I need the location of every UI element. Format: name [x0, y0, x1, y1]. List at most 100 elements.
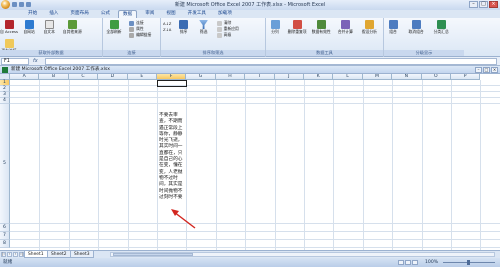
data-validation-button[interactable]: 数据有效性 — [312, 20, 331, 34]
group-icon — [388, 20, 398, 29]
prev-sheet-button[interactable]: ‹ — [7, 252, 12, 257]
sort-descending-button[interactable]: Z↓A — [163, 26, 171, 32]
column-gridline — [451, 80, 452, 250]
tab-addins[interactable]: 加载项 — [214, 10, 236, 18]
sheet-tab-bar: |‹ ‹ › ›| Sheet1 Sheet2 Sheet3 — [0, 250, 500, 258]
workbook-minimize-button[interactable]: – — [475, 67, 482, 73]
column-header-o[interactable]: O — [421, 74, 451, 80]
column-header-p[interactable]: P — [451, 74, 481, 80]
database-icon — [67, 20, 77, 29]
column-header-k[interactable]: K — [304, 74, 334, 80]
consolidate-icon — [340, 20, 350, 29]
sort-ascending-button[interactable]: A↓Z — [163, 20, 171, 26]
row-header-5[interactable]: 5 — [0, 104, 10, 224]
zoom-slider[interactable] — [443, 260, 495, 265]
row-header-7[interactable]: 7 — [0, 232, 10, 240]
what-if-button[interactable]: 假设分析 — [360, 20, 378, 34]
window-controls: – □ × — [469, 1, 498, 8]
validation-icon — [316, 20, 326, 29]
sheet-tab-2[interactable]: Sheet2 — [47, 251, 71, 258]
advanced-button[interactable]: 高级 — [216, 32, 239, 38]
column-header-d[interactable]: D — [98, 74, 128, 80]
group-sort-filter: A↓Z Z↓A 排序 筛选 清除 重新应用 高级 排序和筛选 — [161, 18, 266, 57]
workbook-restore-button[interactable]: □ — [483, 67, 490, 73]
ribbon: 自 Access 自网站 自文本 自其他来源 现有连接 获取外部数据 全部刷新 … — [0, 18, 500, 57]
tab-page-layout[interactable]: 页面布局 — [66, 10, 92, 18]
tab-view[interactable]: 视图 — [162, 10, 179, 18]
ungroup-icon — [411, 20, 421, 29]
ungroup-button[interactable]: 取消组合 — [406, 20, 426, 34]
group-data-tools: 分列 删除重复项 数据有效性 合并计算 假设分析 数据工具 — [266, 18, 384, 57]
column-header-a[interactable]: A — [10, 74, 40, 80]
column-header-i[interactable]: I — [245, 74, 275, 80]
spreadsheet-grid[interactable]: ABCDEFGHIJKLMNOP 12345678 不要去审查，不期而遇正常段上… — [0, 74, 500, 250]
consolidate-button[interactable]: 合并计算 — [336, 20, 354, 34]
edit-links-button[interactable]: 编辑链接 — [129, 32, 151, 38]
tab-insert[interactable]: 插入 — [45, 10, 62, 18]
page-break-view-button[interactable] — [412, 260, 418, 265]
group-button[interactable]: 组合 — [386, 20, 400, 34]
group-connections: 全部刷新 连接 属性 编辑链接 连接 — [103, 18, 161, 57]
row-gridline — [10, 239, 500, 240]
ribbon-tabs: 开始 插入 页面布局 公式 数据 审阅 视图 开发工具 加载项 — [0, 10, 500, 18]
tab-review[interactable]: 审阅 — [141, 10, 158, 18]
workbook-close-button[interactable]: × — [491, 67, 498, 73]
maximize-button[interactable]: □ — [479, 1, 488, 8]
column-header-e[interactable]: E — [127, 74, 157, 80]
first-sheet-button[interactable]: |‹ — [1, 252, 6, 257]
active-cell[interactable] — [157, 80, 188, 87]
normal-view-button[interactable] — [398, 260, 404, 265]
column-header-g[interactable]: G — [186, 74, 216, 80]
tab-data[interactable]: 数据 — [118, 10, 138, 18]
column-gridline — [98, 80, 100, 250]
from-access-button[interactable]: 自 Access — [0, 20, 18, 34]
edit-links-icon — [129, 32, 135, 38]
arrow-head — [171, 209, 179, 216]
next-sheet-button[interactable]: › — [13, 252, 18, 257]
row-gridline — [10, 103, 500, 104]
zoom-slider-knob[interactable] — [467, 260, 470, 265]
arrow-shaft — [173, 211, 196, 229]
window-title: 新建 Microsoft Office Excel 2007 工作表.xlsx … — [174, 2, 326, 8]
column-header-j[interactable]: J — [274, 74, 304, 80]
row-header-8[interactable]: 8 — [0, 240, 10, 248]
workbook-title: 新建 Microsoft Office Excel 2007 工作表.xlsx — [11, 67, 111, 72]
column-gridline — [68, 80, 70, 250]
remove-duplicates-button[interactable]: 删除重复项 — [288, 20, 307, 34]
column-header-b[interactable]: B — [39, 74, 69, 80]
scroll-thumb[interactable] — [113, 253, 193, 256]
row-header-6[interactable]: 6 — [0, 224, 10, 232]
close-button[interactable]: × — [489, 1, 498, 8]
insert-function-icon[interactable]: fx — [33, 58, 43, 65]
column-header-c[interactable]: C — [68, 74, 99, 80]
column-header-l[interactable]: L — [333, 74, 363, 80]
column-header-h[interactable]: H — [215, 74, 246, 80]
filter-button[interactable]: 筛选 — [197, 20, 211, 34]
sort-button[interactable]: 排序 — [176, 20, 190, 34]
link-icon — [129, 20, 135, 26]
text-to-columns-button[interactable]: 分列 — [268, 20, 282, 34]
column-header-m[interactable]: M — [362, 74, 393, 80]
minimize-button[interactable]: – — [469, 1, 478, 8]
refresh-all-button[interactable]: 全部刷新 — [105, 20, 123, 34]
from-text-button[interactable]: 自文本 — [42, 20, 56, 34]
page-layout-view-button[interactable] — [405, 260, 411, 265]
cell-f4[interactable]: 不要去审查，不期而遇正常段上等你，静静时光飞逝，其实时间一直都在，只是自己的心在… — [159, 113, 185, 201]
from-web-button[interactable]: 自网站 — [22, 20, 36, 34]
from-other-button[interactable]: 自其他来源 — [62, 20, 82, 34]
name-box[interactable]: F1 — [1, 58, 29, 65]
horizontal-scrollbar[interactable] — [110, 252, 495, 257]
subtotal-button[interactable]: 分类汇总 — [432, 20, 450, 34]
sheet-tab-3[interactable]: Sheet3 — [70, 251, 94, 258]
refresh-icon — [109, 20, 119, 29]
tab-home[interactable]: 开始 — [24, 10, 41, 18]
column-header-n[interactable]: N — [392, 74, 422, 80]
sheet-tab-1[interactable]: Sheet1 — [24, 251, 48, 258]
row-gridline — [10, 231, 500, 232]
column-gridline — [127, 80, 129, 250]
formula-input[interactable] — [45, 58, 497, 65]
zoom-level[interactable]: 100% — [425, 258, 438, 267]
column-gridline — [186, 80, 188, 250]
tab-formulas[interactable]: 公式 — [97, 10, 114, 18]
tab-developer[interactable]: 开发工具 — [184, 10, 210, 18]
